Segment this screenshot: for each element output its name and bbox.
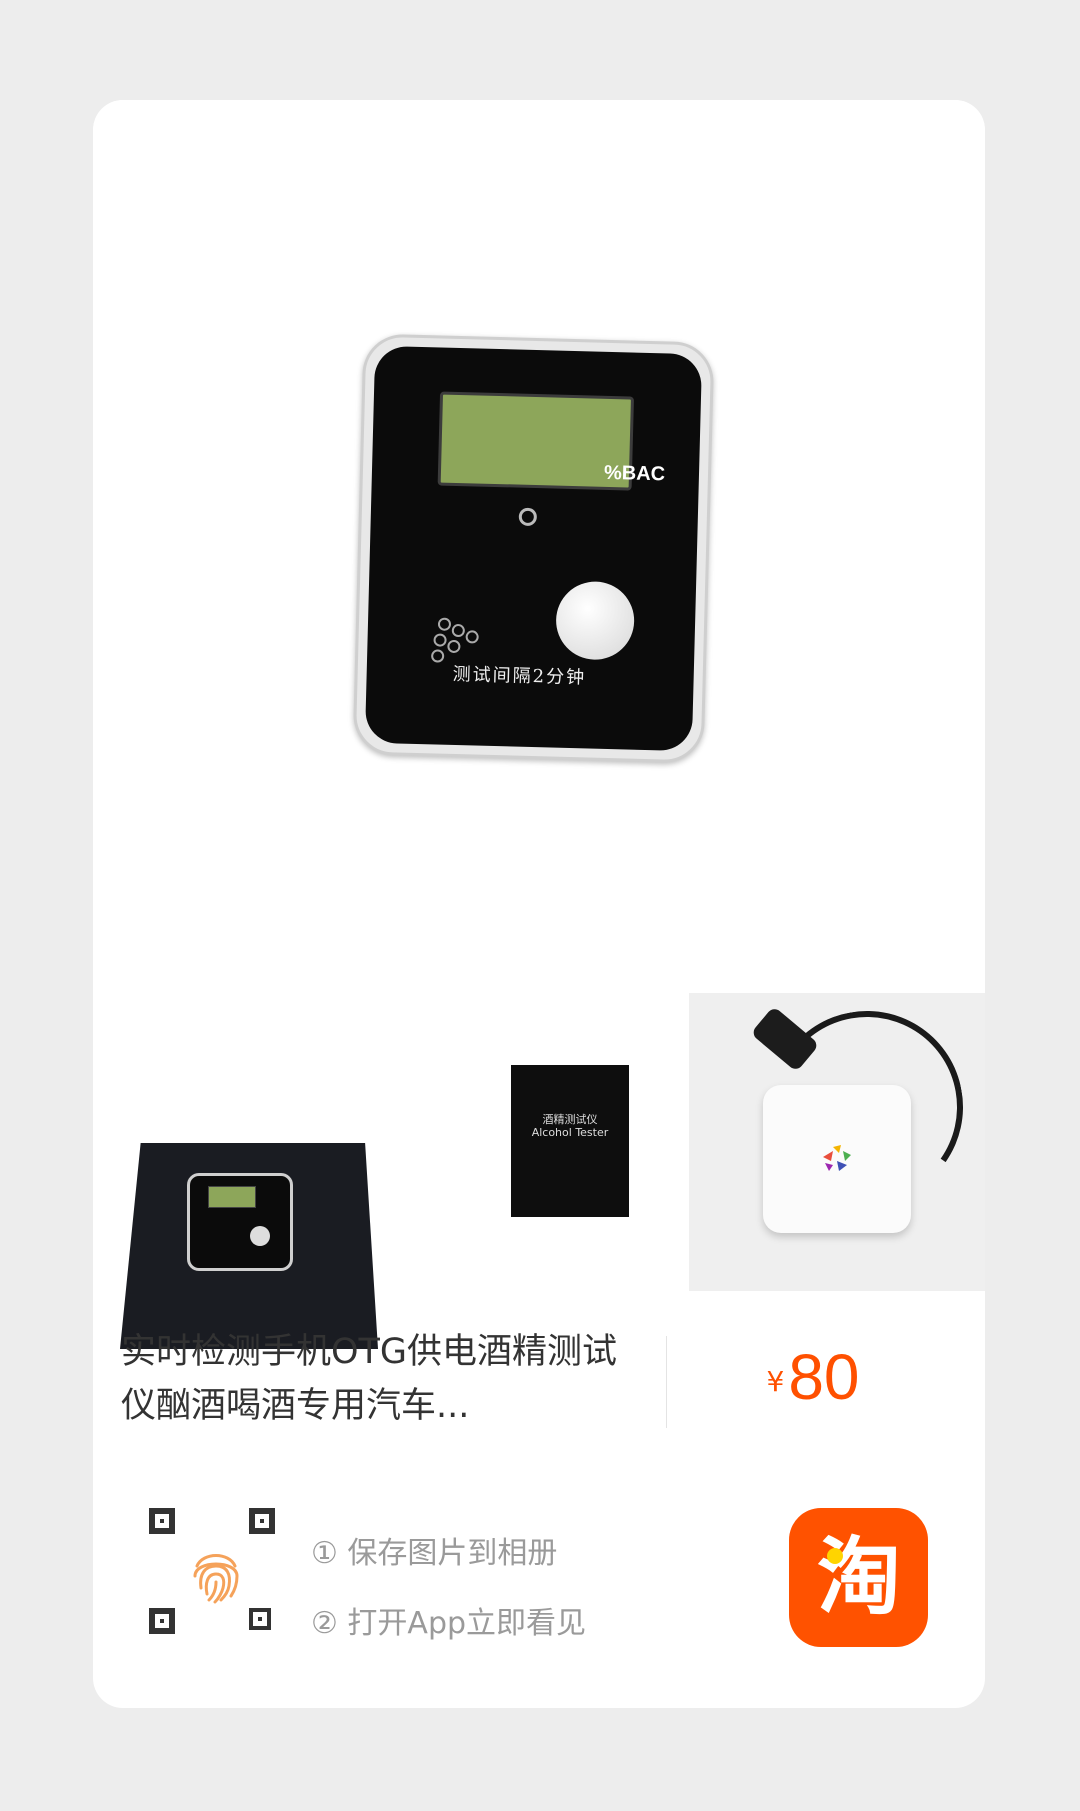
box-label-cn: 酒精测试仪 [542, 1113, 598, 1126]
mini-button [250, 1226, 270, 1246]
fingerprint-icon [193, 1554, 239, 1604]
taobao-glyph: 淘 [816, 1528, 900, 1626]
qr-finder-bl [149, 1608, 175, 1634]
device-caption: 测试间隔2分钟 [452, 663, 587, 689]
qr-finder-tl [149, 1508, 175, 1534]
thumbnail-2[interactable]: 酒精测试仪 Alcohol Tester [391, 993, 687, 1291]
thumbnail-1[interactable] [93, 993, 389, 1349]
mini-device [187, 1173, 293, 1271]
step-1: ① 保存图片到相册 [311, 1536, 558, 1571]
mini-lcd [208, 1186, 256, 1208]
box-label: 酒精测试仪 Alcohol Tester [511, 1113, 629, 1139]
price-currency: ¥ [766, 1365, 785, 1398]
taobao-glyph-text: 淘 [816, 1528, 900, 1626]
share-steps: ① 保存图片到相册 ② 打开App立即看见 [311, 1519, 586, 1659]
product-box: 酒精测试仪 Alcohol Tester [511, 1065, 629, 1217]
product-title[interactable]: 实时检测手机OTG供电酒精测试仪酗酒喝酒专用汽车... [121, 1325, 631, 1433]
qr-finder-br [249, 1608, 271, 1630]
divider [666, 1336, 667, 1428]
qr-finder-tr [249, 1508, 275, 1534]
breathalyzer-device: %BAC 测试间隔2分钟 [352, 333, 715, 764]
device-button [555, 580, 636, 661]
price: ¥80 [673, 1340, 953, 1414]
share-card: %BAC 测试间隔2分钟 酒精测试仪 Alcohol Tester 实时检测手机… [93, 100, 985, 1708]
step-2: ② 打开App立即看见 [311, 1606, 587, 1641]
device-face: %BAC 测试间隔2分钟 [364, 345, 703, 752]
box-label-en: Alcohol Tester [531, 1126, 609, 1139]
price-amount: 80 [788, 1341, 860, 1413]
brand-logo-icon [823, 1145, 851, 1171]
qr-code-icon[interactable] [149, 1508, 281, 1640]
thumbnail-3[interactable] [689, 993, 985, 1291]
bac-label: %BAC [603, 461, 666, 486]
sensor-hole [518, 507, 538, 527]
white-device [763, 1085, 911, 1233]
main-product-image[interactable]: %BAC 测试间隔2分钟 [93, 100, 985, 980]
taobao-app-icon[interactable]: 淘 [789, 1508, 928, 1647]
